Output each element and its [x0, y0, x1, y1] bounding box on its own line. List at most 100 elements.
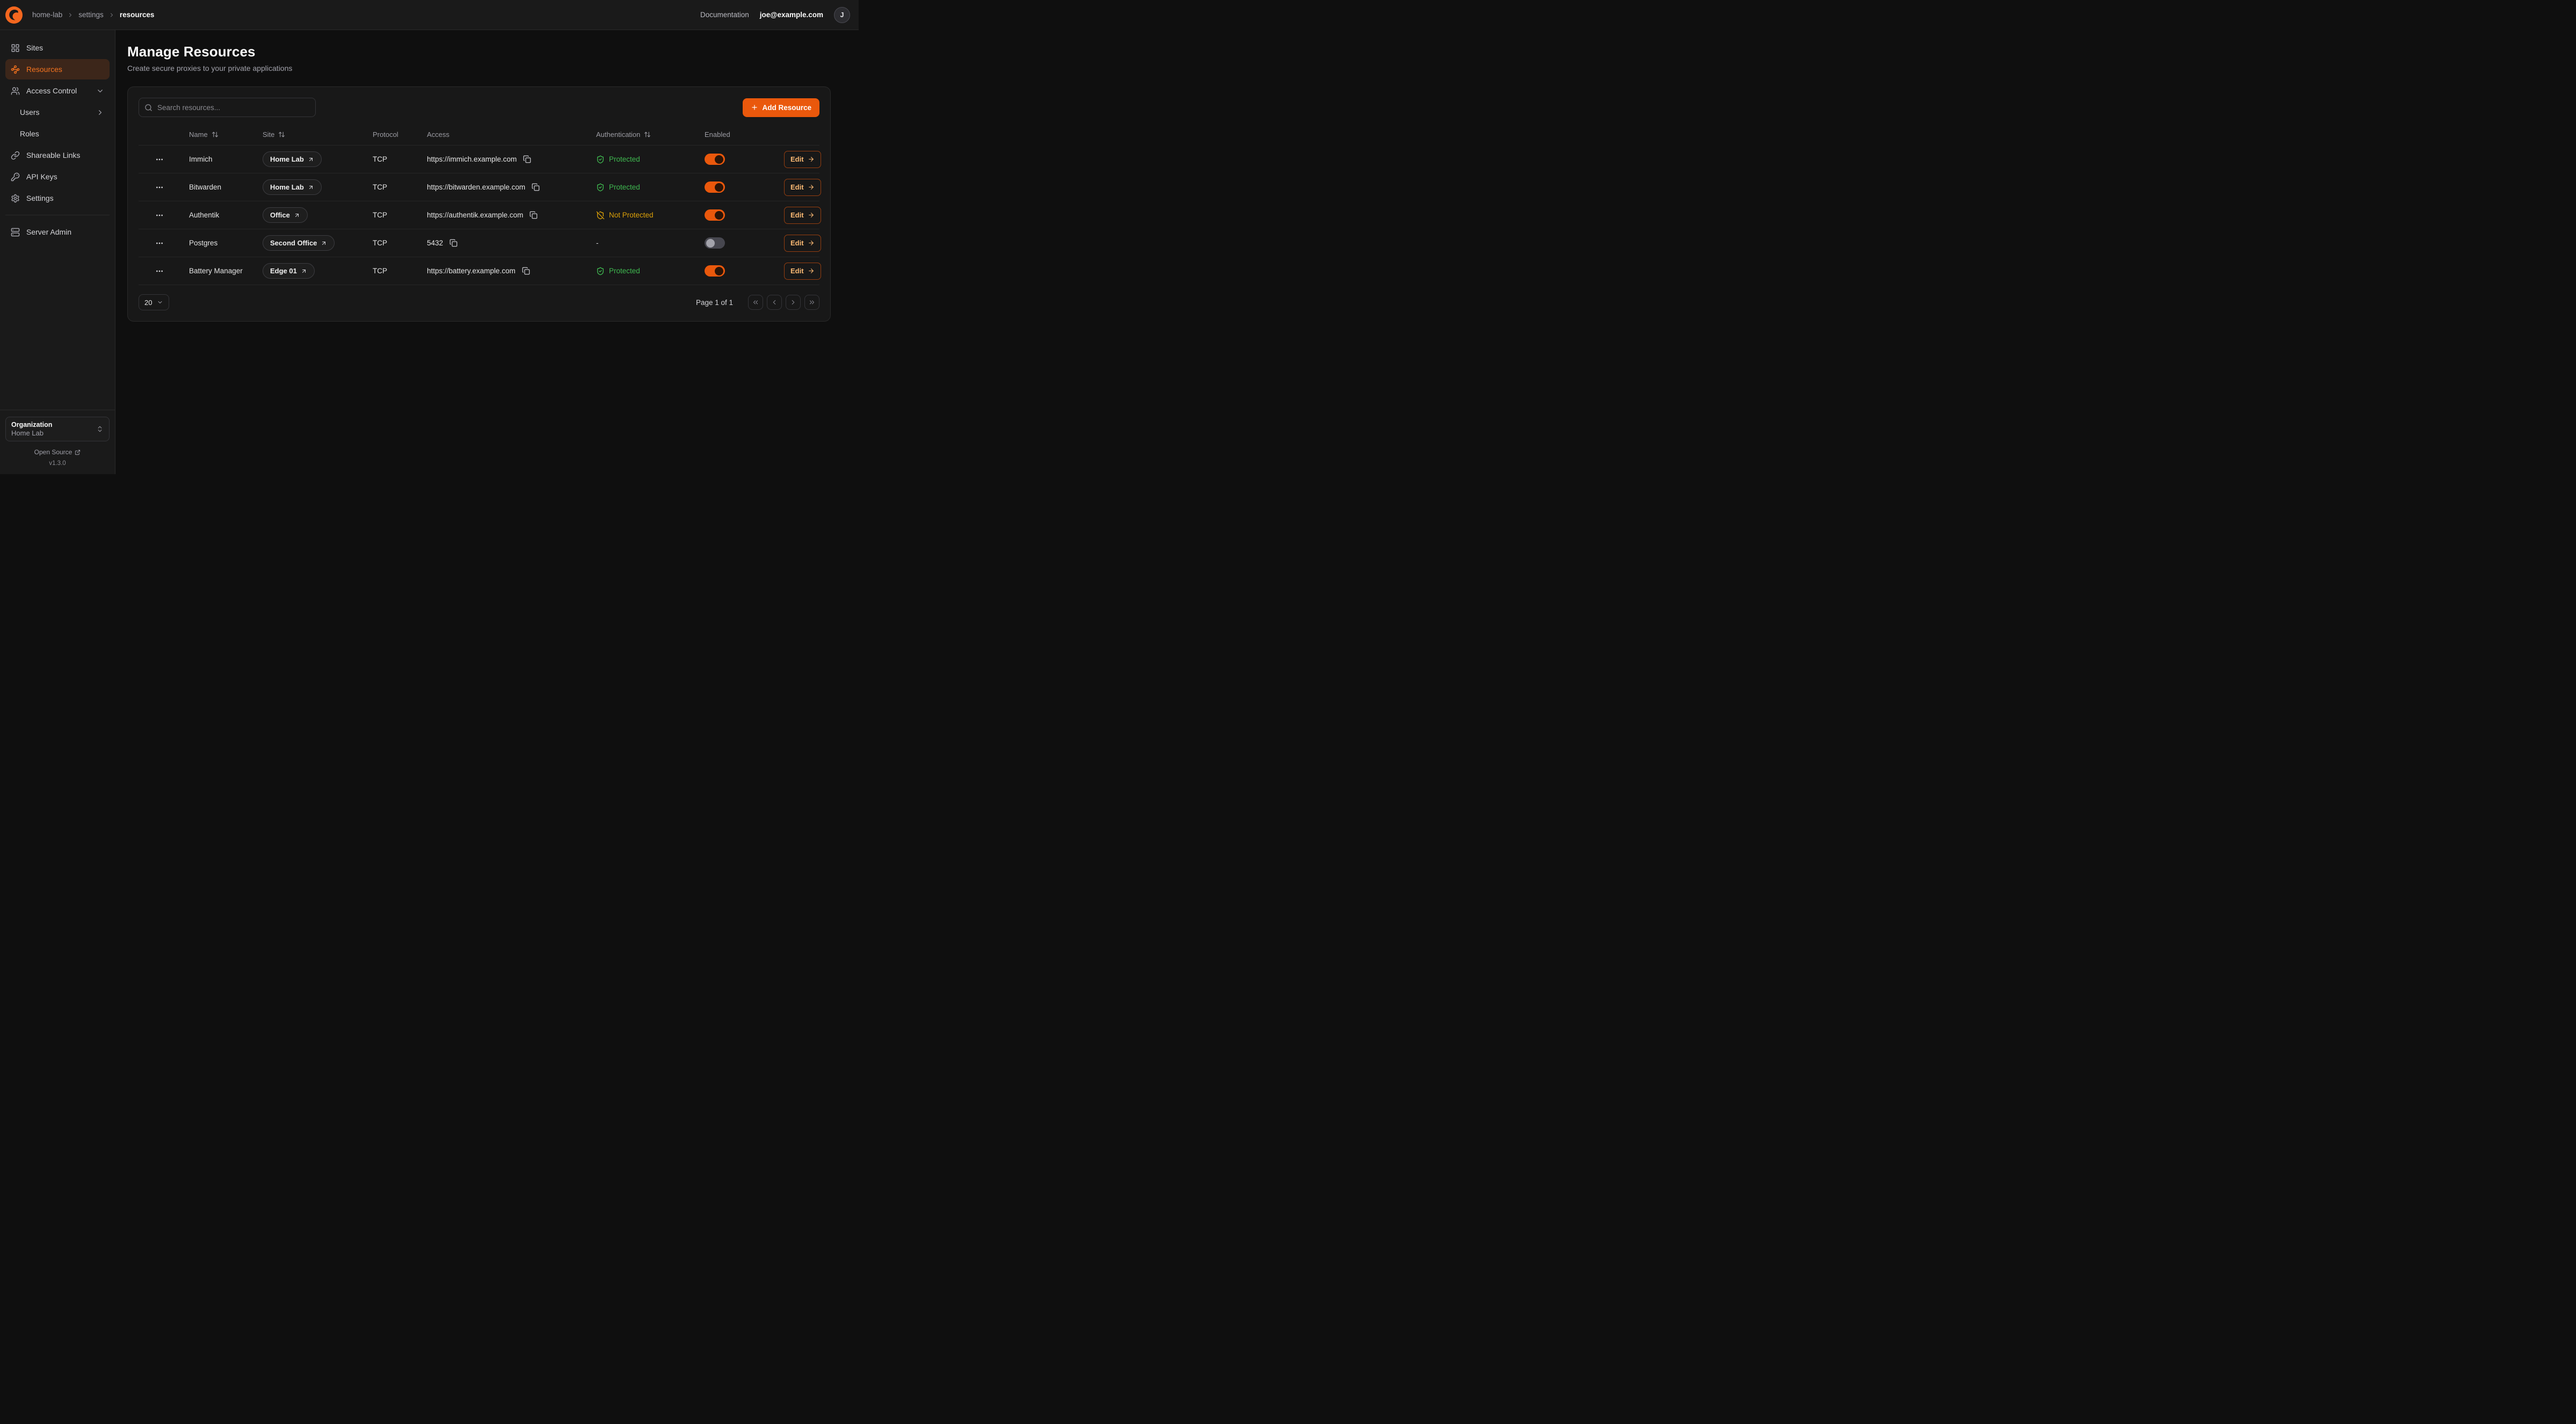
- auth-status: Protected: [596, 267, 687, 275]
- chevron-right-icon: [96, 108, 104, 117]
- sidebar-item-label: Roles: [20, 129, 104, 138]
- page-subtitle: Create secure proxies to your private ap…: [127, 64, 831, 72]
- sidebar-item-server-admin[interactable]: Server Admin: [5, 222, 110, 242]
- enabled-toggle[interactable]: [705, 209, 725, 221]
- ellipsis-icon: [155, 183, 164, 192]
- copy-button[interactable]: [521, 266, 531, 276]
- breadcrumb-settings[interactable]: settings: [78, 11, 104, 19]
- edit-button[interactable]: Edit: [784, 179, 821, 196]
- resource-protocol: TCP: [364, 267, 418, 275]
- resource-protocol: TCP: [364, 239, 418, 247]
- sidebar-item-roles[interactable]: Roles: [5, 123, 110, 144]
- avatar[interactable]: J: [834, 7, 850, 23]
- sidebar-item-sites[interactable]: Sites: [5, 38, 110, 58]
- ellipsis-icon: [155, 267, 164, 275]
- sidebar-item-resources[interactable]: Resources: [5, 59, 110, 79]
- sidebar-item-settings[interactable]: Settings: [5, 188, 110, 208]
- column-authentication[interactable]: Authentication: [587, 130, 696, 139]
- column-name[interactable]: Name: [180, 130, 254, 139]
- copy-button[interactable]: [531, 182, 541, 192]
- table-row: Postgres Second Office TCP 5432 -: [139, 229, 819, 257]
- sidebar-item-api-keys[interactable]: API Keys: [5, 166, 110, 187]
- auth-status-label: Protected: [609, 183, 640, 191]
- edit-button[interactable]: Edit: [784, 151, 821, 168]
- add-resource-button[interactable]: Add Resource: [743, 98, 819, 117]
- org-selector-value: Home Lab: [11, 429, 52, 437]
- enabled-toggle[interactable]: [705, 265, 725, 277]
- column-enabled: Enabled: [696, 130, 775, 139]
- enabled-toggle[interactable]: [705, 237, 725, 249]
- resource-name: Immich: [180, 155, 254, 163]
- edit-button[interactable]: Edit: [784, 235, 821, 252]
- app-logo[interactable]: [4, 5, 24, 25]
- edit-button-label: Edit: [790, 239, 804, 247]
- sidebar-item-users[interactable]: Users: [5, 102, 110, 122]
- first-page-button[interactable]: [748, 295, 763, 310]
- site-link[interactable]: Second Office: [263, 235, 335, 251]
- table-row: Bitwarden Home Lab TCP https://bitwarden…: [139, 173, 819, 201]
- search-input[interactable]: [139, 98, 316, 117]
- column-site[interactable]: Site: [254, 130, 364, 139]
- row-menu-button[interactable]: [153, 209, 166, 222]
- table-row: Battery Manager Edge 01 TCP https://batt…: [139, 257, 819, 285]
- row-menu-button[interactable]: [153, 153, 166, 166]
- sort-icon: [644, 131, 651, 138]
- add-resource-label: Add Resource: [762, 104, 811, 112]
- toggle-knob: [715, 183, 723, 192]
- sidebar-item-label: Shareable Links: [26, 151, 104, 159]
- auth-status: Not Protected: [596, 211, 687, 220]
- enabled-toggle[interactable]: [705, 154, 725, 165]
- auth-status-label: Not Protected: [609, 211, 654, 219]
- arrow-right-icon: [808, 239, 815, 246]
- sidebar-item-access-control[interactable]: Access Control: [5, 81, 110, 101]
- arrow-up-right-icon: [308, 156, 314, 163]
- resources-table: Name Site Protocol Access Authentication…: [139, 123, 819, 285]
- enabled-toggle[interactable]: [705, 181, 725, 193]
- shield-check-icon: [596, 267, 605, 275]
- site-link[interactable]: Office: [263, 207, 308, 223]
- row-menu-button[interactable]: [153, 237, 166, 250]
- resource-access: https://immich.example.com: [427, 155, 517, 163]
- breadcrumb-org[interactable]: home-lab: [32, 11, 62, 19]
- last-page-button[interactable]: [804, 295, 819, 310]
- row-menu-button[interactable]: [153, 181, 166, 194]
- copy-icon: [532, 183, 540, 191]
- site-link[interactable]: Edge 01: [263, 263, 315, 279]
- next-page-button[interactable]: [786, 295, 801, 310]
- server-icon: [11, 228, 20, 237]
- open-source-link[interactable]: Open Source: [0, 448, 115, 456]
- edit-button-label: Edit: [790, 155, 804, 163]
- org-selector[interactable]: Organization Home Lab: [5, 417, 110, 441]
- previous-page-button[interactable]: [767, 295, 782, 310]
- resource-access: 5432: [427, 239, 443, 247]
- chevron-left-icon: [771, 299, 778, 306]
- edit-button[interactable]: Edit: [784, 263, 821, 280]
- chevron-right-icon: [108, 12, 115, 18]
- sidebar-item-shareable-links[interactable]: Shareable Links: [5, 145, 110, 165]
- table-row: Authentik Office TCP https://authentik.e…: [139, 201, 819, 229]
- resource-access: https://authentik.example.com: [427, 211, 523, 219]
- copy-button[interactable]: [448, 238, 459, 248]
- documentation-link[interactable]: Documentation: [700, 11, 749, 19]
- open-source-label: Open Source: [34, 448, 72, 456]
- copy-button[interactable]: [522, 154, 532, 164]
- page-title: Manage Resources: [127, 43, 831, 60]
- sidebar: Sites Resources Access Control Users Rol…: [0, 30, 115, 474]
- breadcrumb-resources[interactable]: resources: [120, 11, 155, 19]
- site-link[interactable]: Home Lab: [263, 179, 322, 195]
- site-link[interactable]: Home Lab: [263, 151, 322, 167]
- resource-name: Authentik: [180, 211, 254, 219]
- chevron-down-icon: [157, 299, 163, 306]
- grid-icon: [11, 43, 20, 53]
- gear-icon: [11, 194, 20, 203]
- sidebar-item-label: Sites: [26, 43, 104, 52]
- edit-button[interactable]: Edit: [784, 207, 821, 224]
- page-size-value: 20: [144, 299, 152, 307]
- copy-button[interactable]: [528, 210, 539, 220]
- search-icon: [144, 104, 153, 112]
- ellipsis-icon: [155, 211, 164, 220]
- page-size-select[interactable]: 20: [139, 294, 169, 310]
- row-menu-button[interactable]: [153, 265, 166, 278]
- chevron-right-icon: [67, 12, 74, 18]
- chevrons-right-icon: [808, 299, 816, 306]
